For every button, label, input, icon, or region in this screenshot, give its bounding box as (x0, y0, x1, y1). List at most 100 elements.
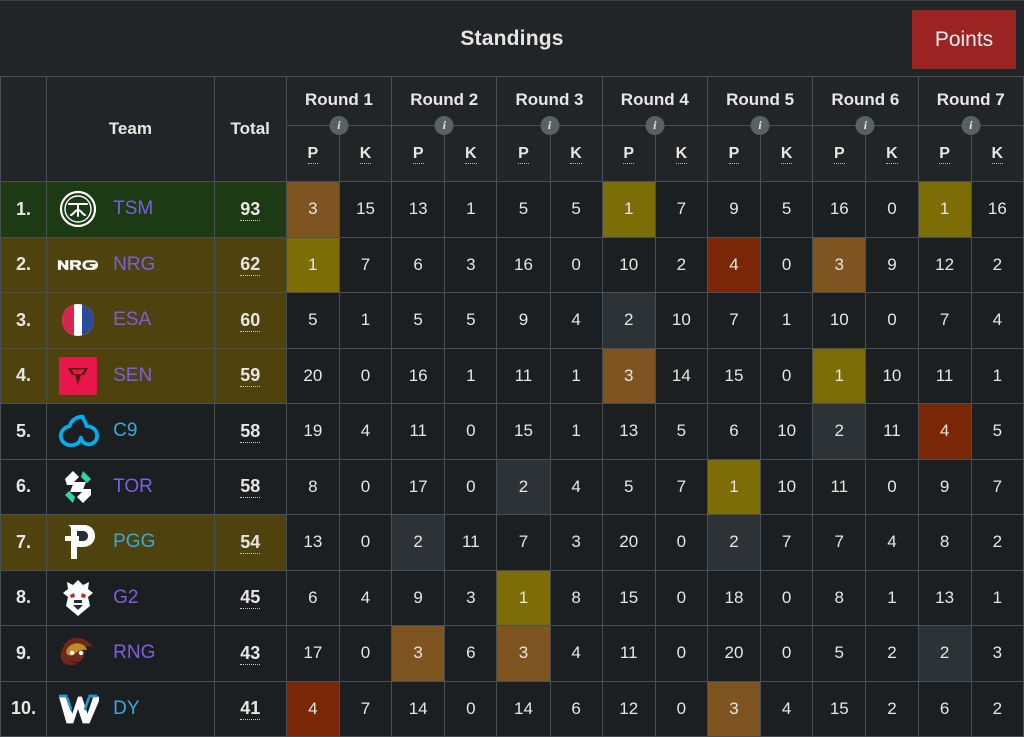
kills-cell-r6: 0 (866, 293, 918, 349)
rank-cell: 5. (1, 404, 47, 460)
rank-cell: 6. (1, 459, 47, 515)
placement-cell-r5: 2 (707, 515, 760, 571)
info-icon[interactable]: i (751, 116, 770, 135)
total-points-cell: 60 (214, 293, 286, 349)
placement-cell-r3: 3 (497, 626, 550, 682)
total-points-cell: 58 (214, 404, 286, 460)
placement-cell-r3: 11 (497, 348, 550, 404)
team-cell: SEN (47, 348, 214, 404)
placement-cell-r5: 7 (707, 293, 760, 349)
placement-cell-r4: 10 (602, 237, 655, 293)
placement-cell-r1: 3 (286, 182, 339, 238)
column-header-placement-r2[interactable]: P (392, 126, 445, 182)
placement-cell-r4: 15 (602, 570, 655, 626)
column-header-placement-r4[interactable]: P (602, 126, 655, 182)
placement-cell-r4: 3 (602, 348, 655, 404)
column-header-kills-r6[interactable]: K (866, 126, 918, 182)
column-header-placement-r7[interactable]: P (918, 126, 971, 182)
kills-cell-r5: 10 (761, 459, 813, 515)
kills-cell-r4: 14 (655, 348, 707, 404)
kills-cell-r6: 2 (866, 626, 918, 682)
team-name-link[interactable]: TOR (113, 476, 153, 498)
rank-cell: 7. (1, 515, 47, 571)
placement-abbr-label: P (623, 145, 634, 164)
kills-cell-r3: 1 (550, 348, 602, 404)
placement-cell-r3: 7 (497, 515, 550, 571)
kills-cell-r5: 4 (761, 681, 813, 737)
kills-cell-r3: 5 (550, 182, 602, 238)
placement-cell-r5: 1 (707, 459, 760, 515)
kills-cell-r7: 16 (971, 182, 1023, 238)
tsm-logo (57, 188, 99, 230)
total-points-cell: 41 (214, 681, 286, 737)
table-row: 6.TOR5880170245711011097 (1, 459, 1024, 515)
column-header-kills-r5[interactable]: K (761, 126, 813, 182)
column-header-placement-r3[interactable]: P (497, 126, 550, 182)
info-icon[interactable]: i (435, 116, 454, 135)
team-name-link[interactable]: SEN (113, 365, 152, 387)
kills-cell-r1: 0 (339, 626, 391, 682)
column-header-kills-r2[interactable]: K (445, 126, 497, 182)
kills-abbr-label: K (781, 145, 793, 164)
placement-cell-r3: 1 (497, 570, 550, 626)
points-button[interactable]: Points (912, 10, 1016, 69)
kills-cell-r4: 0 (655, 626, 707, 682)
team-name-link[interactable]: ESA (113, 309, 151, 331)
team-cell: DY (47, 681, 214, 737)
team-cell: RNG (47, 626, 214, 682)
column-header-kills-r1[interactable]: K (339, 126, 391, 182)
team-name-link[interactable]: TSM (113, 198, 153, 220)
column-header-placement-r5[interactable]: P (707, 126, 760, 182)
placement-cell-r7: 7 (918, 293, 971, 349)
total-points-value: 62 (240, 254, 260, 276)
placement-cell-r7: 4 (918, 404, 971, 460)
team-name-link[interactable]: C9 (113, 420, 137, 442)
kills-cell-r1: 0 (339, 459, 391, 515)
placement-cell-r7: 13 (918, 570, 971, 626)
placement-cell-r3: 15 (497, 404, 550, 460)
placement-cell-r2: 14 (392, 681, 445, 737)
round-1-label: Round 1 (305, 90, 373, 109)
column-header-round-3: Round 3 i (497, 77, 602, 126)
team-name-link[interactable]: DY (113, 698, 139, 720)
column-header-placement-r6[interactable]: P (813, 126, 866, 182)
kills-cell-r4: 10 (655, 293, 707, 349)
kills-cell-r3: 4 (550, 459, 602, 515)
team-name-link[interactable]: PGG (113, 531, 155, 553)
placement-cell-r7: 9 (918, 459, 971, 515)
info-icon[interactable]: i (540, 116, 559, 135)
column-header-kills-r7[interactable]: K (971, 126, 1023, 182)
kills-cell-r2: 1 (445, 348, 497, 404)
info-icon[interactable]: i (329, 116, 348, 135)
kills-cell-r1: 0 (339, 515, 391, 571)
page-title: Standings (460, 27, 563, 51)
team-cell: G2 (47, 570, 214, 626)
column-header-placement-r1[interactable]: P (286, 126, 339, 182)
team-name-link[interactable]: RNG (113, 642, 155, 664)
total-points-value: 41 (240, 698, 260, 720)
round-5-label: Round 5 (726, 90, 794, 109)
column-header-round-4: Round 4 i (602, 77, 707, 126)
column-header-rank (1, 77, 47, 182)
info-icon[interactable]: i (961, 116, 980, 135)
kills-abbr-label: K (886, 145, 898, 164)
column-header-kills-r3[interactable]: K (550, 126, 602, 182)
team-name-link[interactable]: NRG (113, 254, 155, 276)
kills-cell-r6: 1 (866, 570, 918, 626)
column-header-kills-r4[interactable]: K (655, 126, 707, 182)
standings-table: Team Total Round 1 i Round 2 i Round 3 i… (0, 76, 1024, 737)
table-row: 8.G24564931815018081131 (1, 570, 1024, 626)
rank-cell: 4. (1, 348, 47, 404)
placement-abbr-label: P (729, 145, 740, 164)
placement-cell-r4: 12 (602, 681, 655, 737)
column-header-round-2: Round 2 i (392, 77, 497, 126)
kills-cell-r1: 0 (339, 348, 391, 404)
info-icon[interactable]: i (645, 116, 664, 135)
total-points-cell: 62 (214, 237, 286, 293)
team-name-link[interactable]: G2 (113, 587, 138, 609)
placement-cell-r7: 1 (918, 182, 971, 238)
total-points-cell: 93 (214, 182, 286, 238)
kills-cell-r3: 3 (550, 515, 602, 571)
placement-cell-r6: 7 (813, 515, 866, 571)
info-icon[interactable]: i (856, 116, 875, 135)
